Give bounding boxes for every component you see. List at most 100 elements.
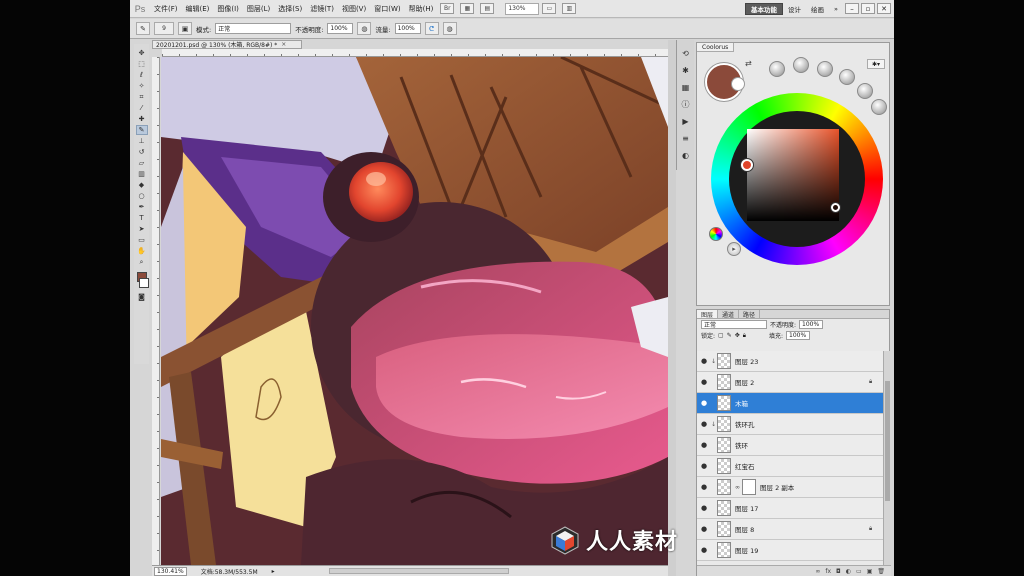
brush-presets-panel-icon[interactable]: ✱ (680, 65, 691, 76)
layer-row[interactable]: ● ↓ 图层 23 (697, 351, 883, 372)
color-knob-6[interactable] (871, 99, 887, 115)
arrange-icon[interactable]: ▥ (562, 3, 577, 14)
tab-layers[interactable]: 图层 (697, 310, 719, 319)
lock-transparency-icon[interactable]: ▢ (718, 332, 724, 339)
layer-style-icon[interactable]: fx (825, 568, 831, 575)
visibility-eye-icon[interactable]: ● (697, 483, 711, 491)
menu-view[interactable]: 视图(V) (338, 4, 370, 14)
layer-row-selected[interactable]: ● 木箱 (697, 393, 883, 414)
blur-tool-icon[interactable]: ◆ (136, 180, 148, 190)
visibility-eye-icon[interactable]: ● (697, 420, 711, 428)
eraser-tool-icon[interactable]: ▱ (136, 158, 148, 168)
pressure-opacity-icon[interactable]: ◍ (357, 22, 372, 35)
color-knob-1[interactable] (769, 61, 785, 77)
history-panel-icon[interactable]: ⟲ (680, 48, 691, 59)
marquee-tool-icon[interactable]: ⬚ (136, 59, 148, 69)
stamp-tool-icon[interactable]: ⊥ (136, 136, 148, 146)
play-icon[interactable]: ▸ (727, 242, 741, 256)
menu-edit[interactable]: 编辑(E) (182, 4, 214, 14)
layer-row[interactable]: ● 铁环 (697, 435, 883, 456)
color-knob-2[interactable] (793, 57, 809, 73)
zoom-select[interactable]: 130% (505, 2, 540, 15)
visibility-eye-icon[interactable]: ● (697, 378, 711, 386)
background-color-swatch[interactable] (139, 278, 149, 288)
type-tool-icon[interactable]: T (136, 213, 148, 223)
info-panel-icon[interactable]: ⓘ (680, 99, 691, 110)
pen-tool-icon[interactable]: ✒ (136, 202, 148, 212)
gradient-tool-icon[interactable]: ▥ (136, 169, 148, 179)
layer-row[interactable]: ● 图层 2 🔒︎ (697, 372, 883, 393)
brush-size-picker[interactable]: 9 (154, 22, 174, 35)
color-knob-5[interactable] (857, 83, 873, 99)
saturation-value-square[interactable] (747, 129, 839, 221)
brush-panel-toggle-icon[interactable]: ▣ (178, 22, 192, 35)
tab-channels[interactable]: 通道 (718, 310, 740, 319)
actions-panel-icon[interactable]: ▶ (680, 116, 691, 127)
menu-filter[interactable]: 滤镜(T) (306, 4, 338, 14)
minibridge-icon[interactable]: ▦ (460, 3, 475, 14)
shape-tool-icon[interactable]: ▭ (136, 235, 148, 245)
lock-pixels-icon[interactable]: ✎ (727, 332, 732, 339)
coolorus-menu-button[interactable]: ✱▾ (867, 59, 885, 69)
workspace-design[interactable]: 设计 (783, 3, 806, 15)
hue-wheel[interactable] (711, 93, 883, 265)
fill-field[interactable]: 100% (786, 331, 810, 340)
visibility-eye-icon[interactable]: ● (697, 546, 711, 554)
link-layers-icon[interactable]: ∞ (815, 568, 820, 575)
lasso-tool-icon[interactable]: ℓ (136, 70, 148, 80)
blend-mode-select[interactable]: 正常 (701, 320, 767, 329)
delete-layer-icon[interactable]: 🗑︎ (877, 568, 885, 575)
move-tool-icon[interactable]: ✥ (136, 48, 148, 58)
screen-mode-icon[interactable]: ▭ (542, 3, 557, 14)
menu-image[interactable]: 图像(I) (213, 4, 243, 14)
close-button[interactable]: ✕ (877, 3, 891, 14)
crop-tool-icon[interactable]: ⌗ (136, 92, 148, 102)
opacity-field[interactable]: 100% (327, 23, 354, 34)
visibility-eye-icon[interactable]: ● (697, 525, 711, 533)
layer-opacity-field[interactable]: 100% (799, 320, 824, 329)
canvas[interactable] (161, 57, 668, 565)
visibility-eye-icon[interactable]: ● (697, 357, 711, 365)
menu-help[interactable]: 帮助(H) (405, 4, 438, 14)
workspace-more-icon[interactable]: » (829, 3, 843, 15)
adjustments-panel-icon[interactable]: ◐ (680, 150, 691, 161)
horizontal-scrollbar[interactable] (328, 568, 509, 574)
airbrush-icon[interactable]: ᕦ (424, 22, 439, 35)
minimize-button[interactable]: – (845, 3, 859, 14)
layer-row[interactable]: ● ↓ 铁环孔 (697, 414, 883, 435)
menu-layer[interactable]: 图层(L) (243, 4, 274, 14)
hue-picker-handle[interactable] (741, 159, 753, 171)
add-mask-icon[interactable]: ◘ (836, 568, 841, 575)
mask-link-icon[interactable]: ∞ (735, 484, 740, 491)
brush-tool-icon[interactable]: ✎ (135, 125, 148, 135)
status-arrow-icon[interactable]: ▸ (272, 568, 275, 575)
visibility-eye-icon[interactable]: ● (697, 441, 711, 449)
adjustment-layer-icon[interactable]: ◐ (846, 568, 851, 575)
dodge-tool-icon[interactable]: ○ (136, 191, 148, 201)
menu-select[interactable]: 选择(S) (274, 4, 306, 14)
visibility-eye-icon[interactable]: ● (697, 462, 711, 470)
maximize-button[interactable]: ▫ (861, 3, 875, 14)
lock-all-icon[interactable]: 🔒︎ (743, 332, 746, 340)
layer-row[interactable]: ● 图层 17 (697, 498, 883, 519)
workspace-essentials[interactable]: 基本功能 (745, 2, 784, 15)
swap-colors-icon[interactable]: ⇄ (745, 59, 752, 68)
hand-tool-icon[interactable]: ✋ (136, 246, 148, 256)
flow-field[interactable]: 100% (394, 23, 421, 34)
pressure-size-icon[interactable]: ◍ (442, 22, 457, 35)
new-layer-icon[interactable]: ▣ (867, 568, 873, 575)
layer-row[interactable]: ● 红宝石 (697, 456, 883, 477)
layer-row[interactable]: ● ∞ 图层 2 副本 (697, 477, 883, 498)
layers-scrollbar[interactable] (883, 351, 890, 565)
menu-file[interactable]: 文件(F) (150, 4, 182, 14)
color-knob-3[interactable] (817, 61, 833, 77)
new-group-icon[interactable]: ▭ (856, 568, 862, 575)
grid-icon[interactable]: ▤ (480, 3, 495, 14)
tab-paths[interactable]: 路径 (739, 310, 761, 319)
layer-mask-thumbnail[interactable] (742, 479, 756, 495)
magic-wand-tool-icon[interactable]: ✧ (136, 81, 148, 91)
menu-window[interactable]: 窗口(W) (370, 4, 404, 14)
document-tab[interactable]: 20201201.psd @ 130% (木箱, RGB/8#) * × (152, 40, 302, 49)
visibility-eye-icon[interactable]: ● (697, 399, 711, 407)
secondary-color-swatch[interactable] (731, 77, 745, 91)
